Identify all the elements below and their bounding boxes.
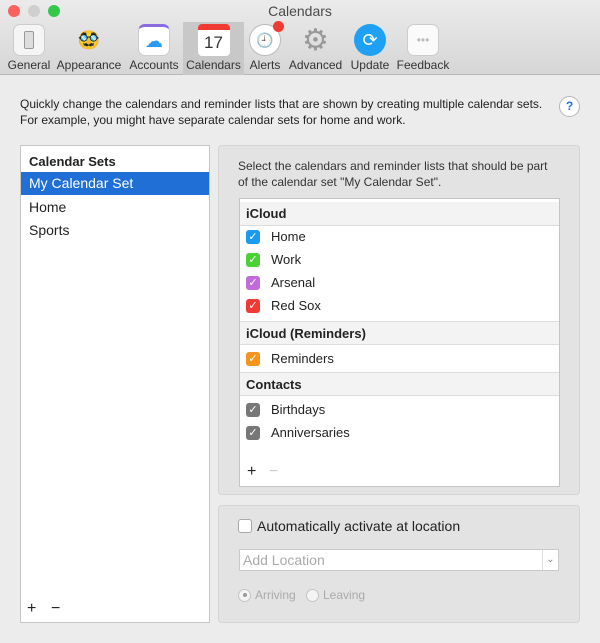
add-location-combobox[interactable]: Add Location ⌄ — [239, 549, 559, 571]
calendar-item-work[interactable]: ✓ Work — [246, 249, 301, 271]
calendar-item-reminders[interactable]: ✓ Reminders — [246, 348, 334, 370]
tab-feedback[interactable]: ••• Feedback — [395, 22, 451, 75]
remove-calendar-button[interactable]: − — [269, 463, 278, 481]
radio-unselected-icon[interactable] — [306, 588, 319, 602]
calendars-list: iCloud ✓ Home ✓ Work ✓ Arsenal ✓ Red Sox iCl… — [239, 198, 560, 487]
add-set-button[interactable]: + — [27, 600, 36, 618]
set-item-my-calendar-set[interactable]: My Calendar Set — [21, 172, 209, 195]
group-header-icloud-reminders: iCloud (Reminders) — [240, 321, 559, 345]
checkbox-checked-icon[interactable]: ✓ — [246, 230, 260, 244]
gear-icon: ⚙ — [302, 23, 329, 57]
tab-accounts[interactable]: ☁ Accounts — [126, 22, 182, 75]
set-item-sports[interactable]: Sports — [21, 219, 209, 242]
help-button[interactable]: ? — [559, 96, 580, 117]
checkbox-checked-icon[interactable]: ✓ — [246, 352, 260, 366]
checkbox-checked-icon[interactable]: ✓ — [246, 299, 260, 313]
calendar-icon: 17 — [197, 24, 230, 56]
tab-update[interactable]: ⟳ Update — [348, 22, 392, 75]
checkbox-checked-icon[interactable]: ✓ — [246, 253, 260, 267]
calendar-item-red-sox[interactable]: ✓ Red Sox — [246, 295, 321, 317]
radio-selected-icon[interactable] — [238, 588, 251, 602]
set-item-home[interactable]: Home — [21, 196, 209, 219]
tab-general[interactable]: General — [6, 22, 52, 75]
description-text: Quickly change the calendars and reminde… — [20, 97, 543, 127]
calendar-sets-list: Calendar Sets My Calendar Set Home Sport… — [20, 145, 210, 623]
calendar-item-birthdays[interactable]: ✓ Birthdays — [246, 399, 325, 421]
arriving-radio[interactable]: Arriving — [238, 588, 296, 602]
chevron-down-icon[interactable]: ⌄ — [542, 550, 558, 570]
calendar-sets-header: Calendar Sets — [29, 154, 116, 169]
checkbox-unchecked-icon[interactable] — [238, 519, 252, 533]
window-title: Calendars — [268, 3, 332, 19]
tab-advanced[interactable]: ⚙ Advanced — [287, 22, 344, 75]
tab-appearance[interactable]: 🥸 Appearance — [56, 22, 122, 75]
appearance-icon: 🥸 — [77, 29, 101, 50]
update-icon: ⟳ — [354, 24, 386, 56]
tab-calendars[interactable]: 17 Calendars — [183, 22, 244, 75]
add-calendar-button[interactable]: + — [247, 463, 256, 481]
alerts-icon: 🕘 — [249, 21, 284, 56]
auto-activate-checkbox[interactable]: Automatically activate at location — [238, 518, 460, 534]
remove-set-button[interactable]: − — [51, 600, 60, 618]
calendar-item-arsenal[interactable]: ✓ Arsenal — [246, 272, 315, 294]
checkbox-checked-icon[interactable]: ✓ — [246, 276, 260, 290]
tab-alerts[interactable]: 🕘 Alerts — [246, 21, 284, 75]
general-icon — [13, 24, 45, 56]
checkbox-checked-icon[interactable]: ✓ — [246, 426, 260, 440]
feedback-icon: ••• — [407, 24, 439, 56]
calendar-item-home[interactable]: ✓ Home — [246, 226, 306, 248]
accounts-icon: ☁ — [138, 24, 170, 56]
group-header-contacts: Contacts — [240, 372, 559, 396]
checkbox-checked-icon[interactable]: ✓ — [246, 403, 260, 417]
calendar-item-anniversaries[interactable]: ✓ Anniversaries — [246, 422, 350, 444]
leaving-radio[interactable]: Leaving — [306, 588, 365, 602]
group-header-icloud: iCloud — [240, 202, 559, 226]
panel-instructions: Select the calendars and reminder lists … — [238, 159, 548, 189]
